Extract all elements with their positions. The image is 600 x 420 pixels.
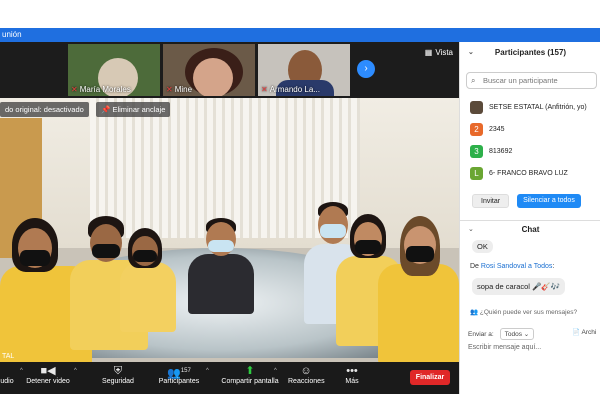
panel-divider — [460, 220, 600, 221]
participant-thumb[interactable]: ✕ Armando La... — [258, 44, 350, 96]
grid-icon: ▦ — [424, 48, 433, 57]
participants-header: ⌄ Participantes (157) — [460, 42, 600, 64]
participant-list: SETSE ESTATAL (Anfitrión, yo) 2 2345 3 8… — [470, 96, 598, 184]
audio-menu-caret[interactable]: ^ — [20, 368, 23, 374]
mic-icon — [0, 364, 18, 378]
video-camera-icon: ■◀ — [40, 365, 56, 377]
title-bar: unión — [0, 28, 600, 42]
mic-off-icon: ✕ — [261, 85, 268, 94]
participants-label: Participantes — [158, 378, 200, 385]
send-to-row: Enviar a: Todos ⌄ — [468, 328, 535, 340]
thumbnail-strip: ✕ María Morales ✕ Mine ✕ Armando La... › ▦ V… — [0, 42, 459, 98]
avatar: L — [470, 166, 483, 180]
chat-input[interactable]: Escribir mensaje aquí... — [468, 344, 541, 351]
participant-actions: Invitar Silenciar a todos — [472, 194, 581, 208]
mute-all-button[interactable]: Silenciar a todos — [517, 194, 581, 208]
chat-title: Chat — [521, 225, 540, 234]
avatar: 3 — [470, 144, 483, 158]
side-panel: ⌄ Participantes (157) ⌕ Buscar un partic… — [459, 42, 600, 394]
stop-video-button[interactable]: ■◀ Detener video — [24, 364, 72, 385]
participant-thumb[interactable]: ✕ María Morales — [68, 44, 160, 96]
security-label: Seguridad — [102, 378, 134, 385]
more-label: Más — [345, 378, 359, 385]
file-button[interactable]: 📄 Archi — [572, 328, 596, 336]
chat-header: ⌄ Chat — [460, 222, 600, 238]
participant-thumb[interactable]: ✕ Mine — [163, 44, 255, 96]
sender-name[interactable]: Rosi Sandoval a Todos — [481, 263, 552, 270]
security-button[interactable]: ⛨ Seguridad — [98, 364, 138, 385]
zoom-window: unión ✕ María Morales ✕ Mine ✕ Armando La..… — [0, 0, 600, 420]
thumb-name: María Morales — [79, 85, 131, 94]
who-can-see-link[interactable]: 👥 ¿Quién puede ver sus mensajes? — [470, 308, 577, 316]
participant-row[interactable]: 2 2345 — [470, 118, 598, 140]
next-page-button[interactable]: › — [357, 60, 375, 78]
video-menu-caret[interactable]: ^ — [74, 368, 77, 374]
participants-button[interactable]: 👥157 Participantes — [156, 364, 202, 385]
reactions-button[interactable]: ☺ Reacciones — [288, 364, 325, 385]
share-screen-button[interactable]: ⬆ Compartir pantalla — [218, 364, 282, 385]
meeting-toolbar: udio ^ ■◀ Detener video ^ ⛨ Seguridad 👥157… — [0, 362, 459, 394]
reactions-label: Reacciones — [288, 378, 325, 385]
audio-label: udio — [0, 378, 14, 385]
view-button[interactable]: ▦ Vista — [425, 48, 453, 57]
participant-row[interactable]: SETSE ESTATAL (Anfitrión, yo) — [470, 96, 598, 118]
participant-search-input[interactable]: ⌕ Buscar un participante — [466, 72, 597, 89]
participant-row[interactable]: 3 813692 — [470, 140, 598, 162]
share-menu-caret[interactable]: ^ — [274, 368, 277, 374]
video-label: Detener video — [26, 378, 70, 385]
invite-button[interactable]: Invitar — [472, 194, 510, 208]
chat-message: sopa de caracol 🎤🎸🎶 — [472, 278, 566, 295]
chat-message: OK — [472, 240, 493, 253]
main-video: do original: desactivado 📌 Eliminar ancl… — [0, 98, 459, 362]
from-prefix: De — [470, 263, 481, 270]
window-title: unión — [2, 30, 22, 39]
share-label: Compartir pantalla — [221, 378, 279, 385]
participant-name: 813692 — [489, 147, 513, 155]
search-icon: ⌕ — [471, 76, 476, 85]
avatar: 2 — [470, 122, 483, 136]
participants-menu-caret[interactable]: ^ — [206, 368, 209, 374]
search-placeholder: Buscar un participante — [483, 76, 558, 85]
participants-title: Participantes (157) — [494, 48, 567, 57]
top-margin — [0, 0, 600, 28]
more-button[interactable]: ••• Más — [338, 364, 366, 385]
from-suffix: : — [552, 263, 555, 270]
audio-button[interactable]: udio — [0, 364, 18, 385]
collapse-chevron-icon[interactable]: ⌄ — [468, 42, 474, 64]
speaker-label: TAL — [2, 353, 15, 360]
video-area: ✕ María Morales ✕ Mine ✕ Armando La... › ▦ V… — [0, 42, 459, 362]
more-dots-icon: ••• — [346, 365, 358, 377]
thumb-name: Mine — [174, 85, 193, 94]
original-sound-chip[interactable]: do original: desactivado — [0, 102, 89, 117]
pin-icon: 📌 — [101, 105, 113, 114]
participant-row[interactable]: L 6- FRANCO BRAVO LUZ — [470, 162, 598, 184]
smiley-icon: ☺ — [300, 365, 312, 377]
mic-off-icon: ✕ — [166, 85, 173, 94]
share-screen-icon: ⬆ — [245, 365, 255, 377]
thumb-name: Armando La... — [269, 85, 320, 94]
participants-count: 157 — [180, 368, 191, 374]
collapse-chevron-icon[interactable]: ⌄ — [468, 222, 474, 238]
bottom-margin — [0, 394, 600, 420]
send-to-label: Enviar a: — [468, 330, 494, 338]
mic-off-icon: ✕ — [71, 85, 78, 94]
thumb-face — [193, 58, 233, 96]
view-label: Vista — [435, 48, 453, 57]
participant-name: 2345 — [489, 125, 505, 133]
avatar — [470, 100, 483, 114]
participant-name: 6- FRANCO BRAVO LUZ — [489, 169, 568, 177]
unpin-label: Eliminar anclaje — [112, 105, 166, 114]
people-icon: 👥157 — [167, 367, 191, 380]
end-meeting-button[interactable]: Finalizar — [410, 370, 450, 385]
participant-name: SETSE ESTATAL (Anfitrión, yo) — [489, 103, 587, 111]
message-sender: De Rosi Sandoval a Todos: — [470, 263, 554, 270]
recipient-select[interactable]: Todos ⌄ — [499, 328, 535, 340]
shield-icon: ⛨ — [113, 365, 123, 377]
unpin-button[interactable]: 📌 Eliminar anclaje — [96, 102, 171, 117]
